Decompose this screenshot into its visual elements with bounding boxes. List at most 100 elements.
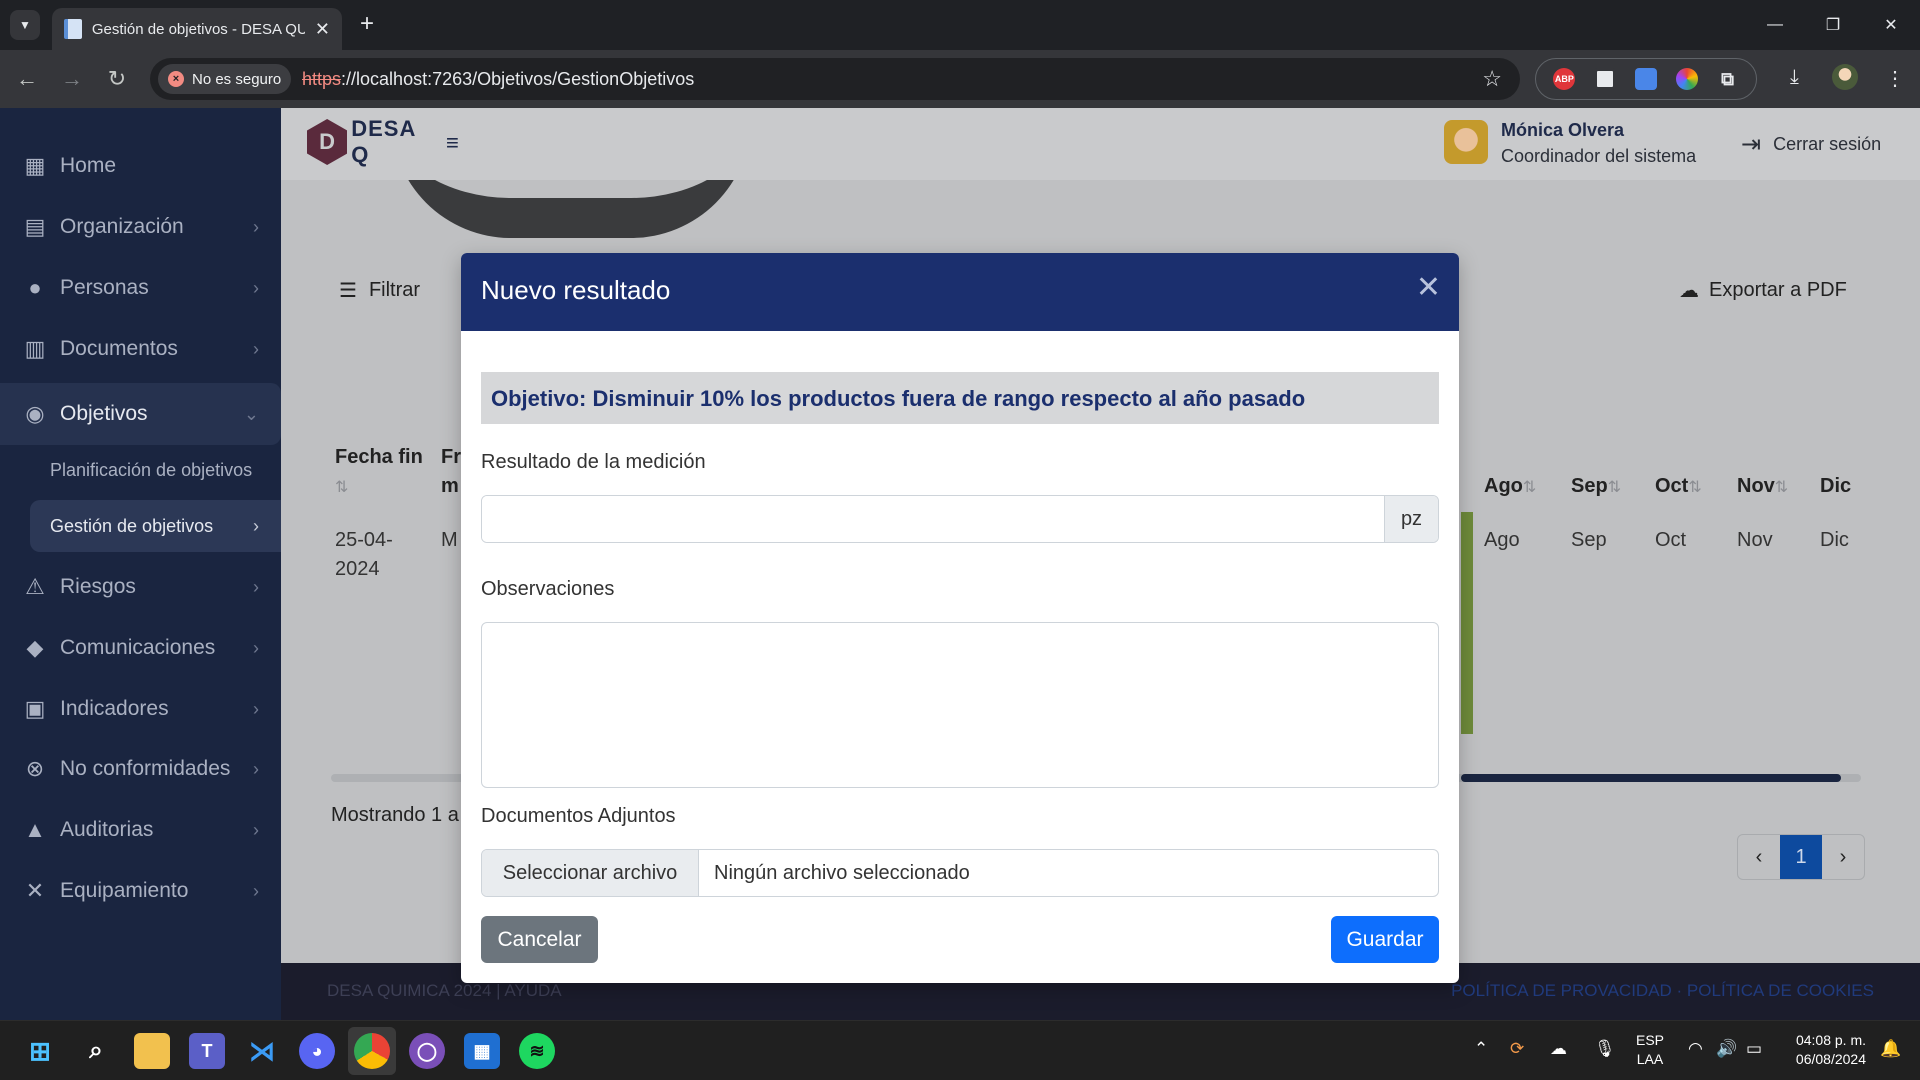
tab-search-button[interactable]: ▼	[10, 10, 40, 40]
reload-icon[interactable]: ↻	[102, 64, 132, 94]
footer-policy-links[interactable]: POLÍTICA DE PROVACIDAD · POLÍTICA DE COO…	[1451, 981, 1874, 1001]
sync-icon[interactable]: ⟳	[1510, 1039, 1524, 1059]
vscode-icon[interactable]: ⋊	[244, 1033, 280, 1069]
sort-icon[interactable]: ⇅	[1688, 479, 1701, 496]
logo-text: DESA Q	[351, 116, 416, 167]
sidebar-item-label: Indicadores	[60, 697, 169, 720]
menu-kebab-icon[interactable]: ⋮	[1885, 66, 1905, 91]
column-header-fecha-fin[interactable]: Fecha fin ⇅	[335, 443, 425, 502]
sidebar-subitem-planificacion[interactable]: Planificación de objetivos	[30, 444, 281, 496]
logout-button[interactable]: ⇥ Cerrar sesión	[1741, 130, 1881, 159]
column-header-dic[interactable]: Dic	[1820, 472, 1851, 501]
color-picker-icon[interactable]	[1675, 68, 1698, 90]
github-icon[interactable]: ◯	[409, 1033, 445, 1069]
profile-avatar[interactable]	[1832, 64, 1858, 90]
cloud-icon[interactable]: ☁	[1550, 1039, 1567, 1059]
browser-tab[interactable]: Gestión de objetivos - DESA QU ✕	[52, 8, 342, 50]
column-header-nov[interactable]: Nov⇅	[1737, 472, 1788, 502]
cancel-button[interactable]: Cancelar	[481, 916, 598, 963]
sort-icon[interactable]: ⇅	[335, 479, 348, 496]
save-button[interactable]: Guardar	[1331, 916, 1439, 963]
hamburger-menu-icon[interactable]: ≡	[446, 130, 459, 156]
download-icon[interactable]: ⤓	[1790, 66, 1799, 89]
sidebar-item-riesgos[interactable]: ⚠ Riesgos ›	[0, 560, 281, 614]
column-header-label: Ago	[1484, 475, 1523, 497]
battery-icon[interactable]: ▭	[1746, 1039, 1762, 1059]
restore-icon[interactable]: ❐	[1804, 0, 1862, 50]
notification-bell-icon[interactable]: 🔔	[1880, 1039, 1901, 1059]
page-number[interactable]: 1	[1780, 835, 1822, 879]
column-header-fr[interactable]: Fr m	[441, 443, 463, 501]
observations-textarea[interactable]	[481, 622, 1439, 788]
close-icon[interactable]: ✕	[1416, 273, 1441, 303]
cell-ago: Ago	[1484, 529, 1520, 551]
back-arrow-icon[interactable]: ←	[12, 64, 42, 94]
result-input[interactable]	[482, 496, 1384, 542]
next-page-icon[interactable]: ›	[1822, 835, 1864, 879]
chevron-up-icon[interactable]: ⌃	[1474, 1039, 1488, 1059]
export-pdf-button[interactable]: ☁ Exportar a PDF	[1679, 278, 1847, 303]
address-bar[interactable]: × No es seguro https://localhost:7263/Ob…	[150, 58, 1520, 100]
observations-label: Observaciones	[481, 578, 615, 600]
tab-close-icon[interactable]: ✕	[315, 19, 330, 40]
result-input-group: pz	[481, 495, 1439, 543]
column-header-oct[interactable]: Oct⇅	[1655, 472, 1702, 502]
new-tab-button[interactable]: +	[352, 10, 382, 38]
search-icon[interactable]: ⌕	[78, 1033, 114, 1069]
docs-icon[interactable]	[1634, 68, 1657, 90]
sidebar-item-comunicaciones[interactable]: ◆ Comunicaciones ›	[0, 621, 281, 675]
filter-icon: ☰	[339, 280, 357, 302]
bookmark-star-icon[interactable]: ☆	[1482, 66, 1502, 92]
puzzle-icon[interactable]: ⧉	[1717, 68, 1739, 90]
footer-left-text[interactable]: DESA QUIMICA 2024 | AYUDA	[327, 981, 562, 1001]
avatar[interactable]	[1444, 120, 1488, 164]
choose-file-button[interactable]: Seleccionar archivo	[482, 850, 699, 896]
store-icon[interactable]: ▦	[464, 1033, 500, 1069]
sidebar-item-label: No conformidades	[60, 757, 231, 780]
chrome-icon[interactable]	[354, 1033, 390, 1069]
sort-icon[interactable]: ⇅	[1775, 479, 1788, 496]
tools-icon: ✕	[25, 878, 45, 903]
spotify-icon[interactable]: ≋	[519, 1033, 555, 1069]
sidebar-item-objetivos[interactable]: ◉ Objetivos ⌄	[0, 383, 281, 445]
discord-icon[interactable]: ◕	[299, 1033, 335, 1069]
file-explorer-icon[interactable]	[134, 1033, 170, 1069]
company-logo[interactable]: D DESA Q	[307, 116, 437, 167]
forward-arrow-icon[interactable]: →	[57, 64, 87, 94]
sort-icon[interactable]: ⇅	[1608, 479, 1621, 496]
sidebar-item-organizacion[interactable]: ▤ Organización ›	[0, 200, 281, 254]
volume-icon[interactable]: 🔊	[1716, 1039, 1737, 1059]
url-text[interactable]: https://localhost:7263/Objetivos/Gestion…	[302, 69, 694, 90]
export-label: Exportar a PDF	[1709, 279, 1847, 301]
wifi-icon[interactable]: ◠	[1688, 1039, 1703, 1059]
user-name: Mónica Olvera	[1501, 120, 1625, 140]
windows-start-icon[interactable]: ⊞	[22, 1033, 58, 1069]
column-header-ago[interactable]: Ago⇅	[1484, 472, 1536, 502]
minimize-icon[interactable]: —	[1746, 0, 1804, 50]
filter-button[interactable]: ☰ Filtrar	[339, 278, 420, 303]
sidebar-subitem-gestion[interactable]: Gestión de objetivos ›	[30, 500, 281, 552]
sidebar-item-indicadores[interactable]: ▣ Indicadores ›	[0, 682, 281, 736]
sidebar-item-label: Personas	[60, 276, 149, 299]
language-indicator[interactable]: ESP LAA	[1636, 1031, 1664, 1069]
microphone-icon[interactable]: 🎙	[1594, 1039, 1616, 1059]
file-input[interactable]: Seleccionar archivo Ningún archivo selec…	[481, 849, 1439, 897]
sidebar-item-no-conformidades[interactable]: ⊗ No conformidades ›	[0, 742, 281, 796]
sidebar-item-home[interactable]: ▦ Home	[0, 139, 281, 193]
reader-icon[interactable]	[1594, 68, 1617, 90]
indicator-icon: ▣	[24, 696, 46, 721]
scrollbar-thumb[interactable]	[1461, 774, 1841, 782]
system-clock[interactable]: 04:08 p. m. 06/08/2024	[1786, 1031, 1866, 1069]
teams-icon[interactable]: T	[189, 1033, 225, 1069]
column-header-sep[interactable]: Sep⇅	[1571, 472, 1621, 502]
sidebar-item-equipamiento[interactable]: ✕ Equipamiento ›	[0, 864, 281, 918]
sidebar-subitem-label: Planificación de objetivos	[50, 459, 253, 480]
adblock-icon[interactable]: ABP	[1553, 68, 1576, 90]
sidebar-item-auditorias[interactable]: ▲ Auditorias ›	[0, 803, 281, 857]
sidebar-item-documentos[interactable]: ▥ Documentos ›	[0, 322, 281, 376]
security-chip[interactable]: × No es seguro	[158, 64, 292, 94]
sidebar-item-personas[interactable]: ● Personas ›	[0, 261, 281, 315]
close-window-icon[interactable]: ✕	[1862, 0, 1920, 50]
prev-page-icon[interactable]: ‹	[1738, 835, 1780, 879]
sort-icon[interactable]: ⇅	[1523, 479, 1536, 496]
